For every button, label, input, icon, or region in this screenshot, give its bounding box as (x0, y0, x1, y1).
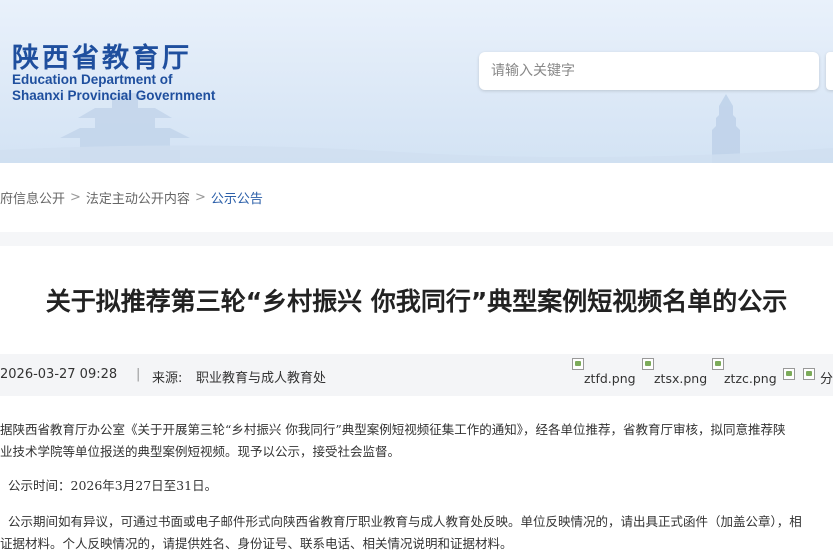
site-header: 陕西省教育厅 Education Department of Shaanxi P… (0, 0, 833, 163)
share-image-alt: ztzc.png (724, 371, 777, 386)
share-icon-extra-1[interactable] (783, 368, 795, 380)
broken-image-icon (712, 358, 724, 370)
search-box (479, 52, 819, 90)
breadcrumb-item-statutory[interactable]: 法定主动公开内容 (86, 188, 190, 207)
section-divider (0, 232, 833, 246)
broken-image-icon (572, 358, 584, 370)
share-image-alt: ztsx.png (654, 371, 708, 386)
search-input[interactable] (479, 52, 819, 90)
breadcrumb-separator: > (70, 189, 81, 205)
breadcrumb-separator: > (194, 189, 206, 205)
article-meta-bar: 2026-03-27 09:28 | 来源: 职业教育与成人教育处 ztfd.p… (0, 354, 833, 396)
paragraph-3-line-2: 证据材料。个人反映情况的，请提供姓名、身份证号、联系电话、相关情况说明和证据材料… (0, 536, 513, 551)
broken-image-icon (642, 358, 654, 370)
share-image-ztzc[interactable]: ztzc.png (712, 358, 777, 386)
share-icon-extra-2[interactable] (803, 368, 815, 380)
broken-image-icon (803, 368, 815, 380)
source-label: 来源: (152, 371, 183, 386)
share-image-alt: ztfd.png (584, 371, 636, 386)
search-button[interactable] (826, 52, 833, 90)
paragraph-3-line-1: 公示期间如有异议，可通过书面或电子邮件形式向陕西省教育厅职业教育与成人教育处反映… (8, 514, 802, 529)
publish-date: 2026-03-27 09:28 (0, 367, 118, 382)
source-value: 职业教育与成人教育处 (196, 371, 327, 386)
logo-en-line-1: Education Department of (12, 72, 173, 87)
share-label[interactable]: 分 (820, 368, 833, 387)
paragraph-1-line-1: 据陕西省教育厅办公室《关于开展第三轮“乡村振兴 你我同行”典型案例短视频征集工作… (0, 422, 786, 437)
share-image-ztfd[interactable]: ztfd.png (572, 358, 636, 386)
page-title: 关于拟推荐第三轮“乡村振兴 你我同行”典型案例短视频名单的公示 (45, 287, 788, 316)
share-image-ztsx[interactable]: ztsx.png (642, 358, 707, 386)
meta-divider: | (136, 367, 141, 382)
breadcrumb-item-gov-info[interactable]: 府信息公开 (0, 188, 65, 207)
breadcrumb-item-announcements[interactable]: 公示公告 (211, 188, 263, 207)
paragraph-publicity-period: 公示时间：2026年3月27日至31日。 (8, 478, 218, 493)
site-logo-english[interactable]: Education Department of Shaanxi Provinci… (12, 72, 242, 104)
logo-en-line-2: Shaanxi Provincial Government (12, 88, 216, 103)
paragraph-1-line-2: 业技术学院等单位报送的典型案例短视频。现予以公示，接受社会监督。 (0, 444, 401, 459)
site-logo-title[interactable]: 陕西省教育厅 (12, 36, 192, 75)
breadcrumb: 府信息公开 > 法定主动公开内容 > 公示公告 (0, 186, 263, 208)
broken-image-icon (783, 368, 795, 380)
